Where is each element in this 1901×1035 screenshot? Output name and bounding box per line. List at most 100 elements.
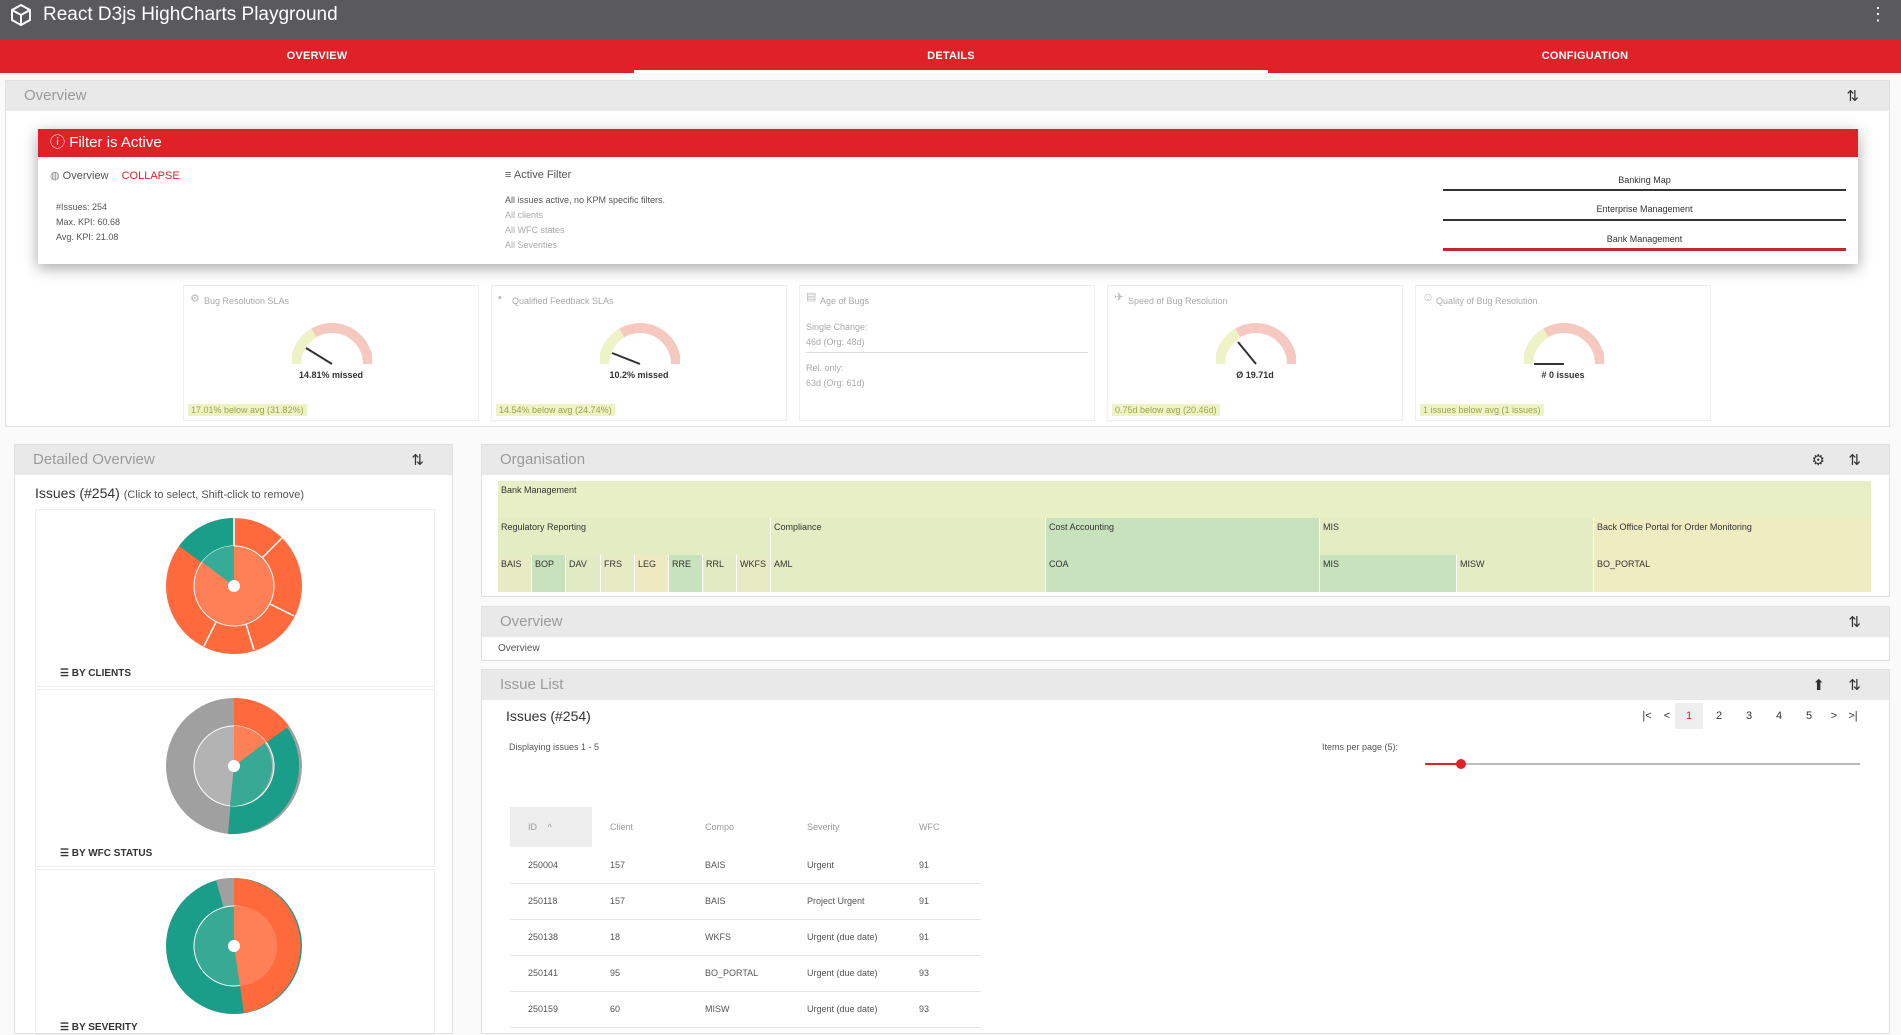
kpi-card-age-of-bugs[interactable]: Age of Bugs ▤ Single Change: 46d (Org: 4… — [799, 285, 1095, 421]
breadcrumb: Banking Map Enterprise Management Bank M… — [1443, 169, 1846, 251]
treemap-leaf[interactable]: AML — [771, 555, 1046, 592]
kpi-card-qualified-feedback[interactable]: Qualified Feedback SLAs ▪ 10.2% missed 1… — [491, 285, 787, 421]
items-per-page-label: Items per page (5): — [1322, 742, 1399, 752]
page-button[interactable]: 1 — [1675, 703, 1703, 729]
kpi-footer: 1 issues below avg (1 issues) — [1420, 404, 1544, 416]
table-row[interactable]: 250118 157 BAIS Project Urgent 91 — [510, 883, 981, 920]
kpi-value: Ø 19.71d — [1236, 370, 1274, 380]
page-button[interactable]: 3 — [1735, 703, 1763, 729]
treemap-node[interactable]: Regulatory Reporting — [498, 518, 771, 555]
tab-details[interactable]: DETAILS — [634, 40, 1268, 73]
slider-thumb[interactable] — [1456, 759, 1466, 769]
cell-severity: Project Urgent — [789, 883, 901, 920]
breadcrumb-item[interactable]: Enterprise Management — [1443, 191, 1846, 221]
more-vert-icon[interactable]: ⋮ — [1869, 4, 1887, 25]
last-page-icon[interactable]: >| — [1839, 703, 1867, 729]
cell-wfc: 93 — [901, 991, 981, 1028]
chart-label-row[interactable]: ☰ BY CLIENTS — [60, 668, 131, 679]
overview-secondary-header: Overview ⇅ — [482, 607, 1889, 637]
active-filter-row: ≡ Active Filter — [505, 169, 571, 181]
active-filter-text: All issues active, no KPM specific filte… — [505, 195, 666, 205]
treemap-leaf[interactable]: DAV — [566, 555, 601, 592]
smiley-icon: ☺ — [1422, 290, 1435, 304]
swap-vert-icon[interactable]: ⇅ — [411, 446, 424, 476]
collapse-button[interactable]: COLLAPSE — [122, 170, 180, 182]
breadcrumb-item-active[interactable]: Bank Management — [1443, 221, 1846, 251]
filter-icon: ≡ — [505, 169, 512, 181]
treemap-leaf[interactable]: RRE — [669, 555, 703, 592]
cell-client: 157 — [592, 883, 687, 920]
sunburst-chart[interactable] — [164, 516, 304, 656]
treemap-leaf[interactable]: BAIS — [498, 555, 532, 592]
kpi-card-quality-of-bug-resolution[interactable]: Quality of Bug Resolution ☺ # 0 issues 1… — [1415, 285, 1711, 421]
treemap-leaf[interactable]: COA — [1046, 555, 1320, 592]
kpi-title: Quality of Bug Resolution — [1436, 296, 1538, 306]
chart-label-row[interactable]: ☰ BY SEVERITY — [60, 1022, 138, 1033]
column-header-wfc[interactable]: WFC — [901, 807, 981, 847]
column-header-id[interactable]: ID ^ — [510, 807, 592, 847]
feedback-icon: ▪ — [498, 292, 502, 304]
table-row[interactable]: 250159 60 MISW Urgent (due date) 93 — [510, 991, 981, 1028]
issue-list-header: Issue List ⬆ ⇅ — [482, 670, 1889, 700]
page-button[interactable]: 2 — [1705, 703, 1733, 729]
treemap-leaf[interactable]: BO_PORTAL — [1594, 555, 1872, 592]
cell-wfc: 91 — [901, 847, 981, 884]
organisation-header: Organisation ⚙ ⇅ — [482, 445, 1889, 475]
kpi-card-speed-of-bug-resolution[interactable]: Speed of Bug Resolution ✈ Ø 19.71d 0.75d… — [1107, 285, 1403, 421]
table-row[interactable]: 250004 157 BAIS Urgent 91 — [510, 847, 981, 884]
treemap-node[interactable]: Compliance — [771, 518, 1046, 555]
swap-vert-icon[interactable]: ⇅ — [1848, 608, 1861, 638]
treemap-leaf[interactable]: BOP — [532, 555, 566, 592]
treemap-leaf[interactable]: RRL — [703, 555, 737, 592]
cell-client: 157 — [592, 847, 687, 884]
treemap-leaf[interactable]: WKFS — [737, 555, 771, 592]
kpi-footer: 0.75d below avg (20.46d) — [1112, 404, 1220, 416]
cube-icon — [11, 3, 31, 27]
treemap-leaf[interactable]: MISW — [1457, 555, 1594, 592]
cell-id: 250138 — [510, 919, 592, 956]
breadcrumb-item[interactable]: Banking Map — [1443, 169, 1846, 191]
treemap-node[interactable]: MIS — [1320, 518, 1594, 555]
upload-icon[interactable]: ⬆ — [1812, 671, 1825, 701]
chart-label-row[interactable]: ☰ BY WFC STATUS — [60, 848, 152, 859]
tab-configuation[interactable]: CONFIGUATION — [1268, 40, 1901, 73]
cell-id: 250004 — [510, 847, 592, 884]
cell-client: 18 — [592, 919, 687, 956]
table-row[interactable]: 250138 18 WKFS Urgent (due date) 91 — [510, 919, 981, 956]
treemap-leaf[interactable]: LEG — [635, 555, 669, 592]
page-button[interactable]: 5 — [1795, 703, 1823, 729]
app-bar: React D3js HighCharts Playground ⋮ — [0, 0, 1901, 40]
cell-compo: BAIS — [687, 883, 789, 920]
treemap-node[interactable]: Back Office Portal for Order Monitoring — [1594, 518, 1872, 555]
page-button[interactable]: 4 — [1765, 703, 1793, 729]
treemap-leaf[interactable]: FRS — [601, 555, 635, 592]
swap-vert-icon[interactable]: ⇅ — [1848, 671, 1861, 701]
swap-vert-icon[interactable]: ⇅ — [1846, 82, 1859, 112]
kpi-line: 46d (Org: 48d) — [806, 337, 865, 347]
gear-icon[interactable]: ⚙ — [1812, 446, 1825, 476]
cell-compo: BO_PORTAL — [687, 955, 789, 992]
cell-wfc: 91 — [901, 919, 981, 956]
app-title: React D3js HighCharts Playground — [43, 4, 338, 25]
column-header-compo[interactable]: Compo — [687, 807, 789, 847]
cell-severity: Urgent (due date) — [789, 991, 901, 1028]
stat-issues: #Issues: 254 — [56, 202, 108, 212]
sunburst-chart[interactable] — [164, 876, 304, 1016]
chart-label: BY SEVERITY — [71, 1022, 138, 1033]
tab-overview[interactable]: OVERVIEW — [0, 40, 634, 73]
items-per-page-slider[interactable] — [1425, 763, 1860, 765]
issues-list-heading: Issues (#254) — [506, 708, 591, 724]
swap-vert-icon[interactable]: ⇅ — [1848, 446, 1861, 476]
kpi-card-bug-resolution[interactable]: Bug Resolution SLAs ⚙ 14.81% missed 17.0… — [183, 285, 479, 421]
column-header-client[interactable]: Client — [592, 807, 687, 847]
panel-title: Overview — [24, 87, 87, 104]
treemap-leaf[interactable]: MIS — [1320, 555, 1457, 592]
gauge-chart — [1216, 323, 1296, 365]
column-header-label: ID — [528, 822, 537, 832]
column-header-severity[interactable]: Severity — [789, 807, 901, 847]
table-row[interactable]: 250141 95 BO_PORTAL Urgent (due date) 93 — [510, 955, 981, 992]
treemap-node[interactable]: Cost Accounting — [1046, 518, 1320, 555]
issues-heading-row: Issues (#254) (Click to select, Shift-cl… — [35, 485, 304, 501]
treemap-root[interactable]: Bank Management — [498, 481, 1872, 518]
sunburst-chart[interactable] — [164, 696, 304, 836]
